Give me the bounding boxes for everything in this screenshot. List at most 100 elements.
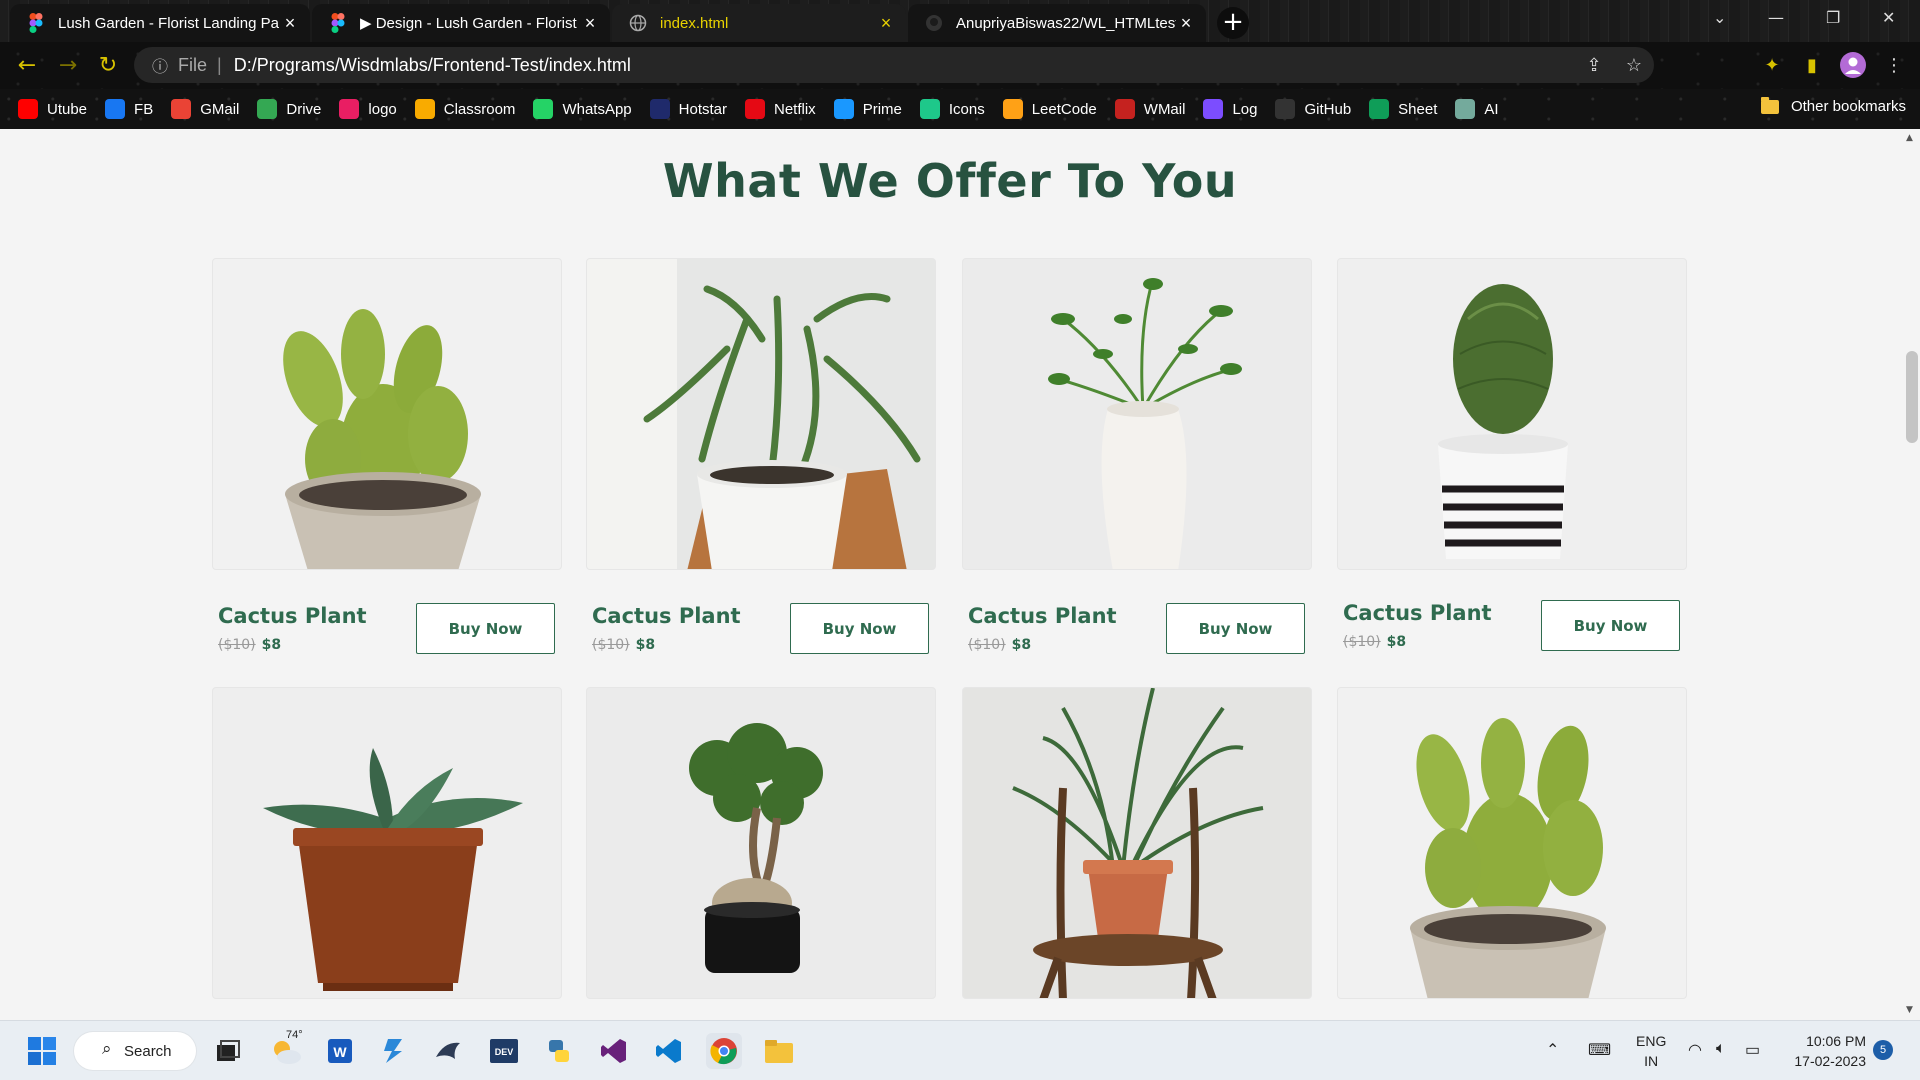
product-price: ($10) $8: [1343, 634, 1406, 650]
new-price: $8: [635, 637, 656, 653]
bookmark-leetcode[interactable]: LeetCode: [1002, 99, 1097, 119]
product-image-columnar-cactus-striped-pot[interactable]: [1337, 258, 1687, 570]
bookmark-prime[interactable]: Prime: [833, 99, 902, 119]
python-icon[interactable]: [541, 1033, 577, 1069]
share-icon[interactable]: ⇪: [1574, 55, 1614, 76]
page-scrollbar[interactable]: ▲ ▼: [1902, 129, 1920, 1020]
bookmark-label: FB: [134, 100, 154, 118]
close-icon[interactable]: ×: [580, 13, 600, 34]
restore-icon[interactable]: ❐: [1826, 8, 1840, 27]
bookmark-logo[interactable]: logo: [339, 99, 397, 119]
tab-design-lush-garden[interactable]: ▶ Design - Lush Garden - Florist ×: [312, 4, 610, 42]
extensions-puzzle-icon[interactable]: ✦: [1758, 52, 1786, 80]
bookmark-fb[interactable]: FB: [105, 99, 153, 119]
keyboard-icon[interactable]: ⌨: [1588, 1040, 1611, 1060]
word-icon[interactable]: W: [322, 1033, 358, 1069]
battery-icon[interactable]: ▭: [1745, 1040, 1760, 1060]
tab-lush-garden-landing[interactable]: Lush Garden - Florist Landing Pa ×: [10, 4, 310, 42]
back-arrow-icon[interactable]: ←: [13, 52, 41, 80]
notification-badge[interactable]: 5: [1873, 1040, 1893, 1060]
buy-now-button[interactable]: Buy Now: [790, 603, 929, 654]
scroll-up-icon[interactable]: ▲: [1906, 133, 1913, 143]
chrome-icon[interactable]: [706, 1033, 742, 1069]
bookmark-icons[interactable]: Icons: [919, 99, 985, 119]
bookmark-label: Netflix: [774, 100, 816, 118]
svg-text:W: W: [333, 1044, 347, 1060]
close-icon[interactable]: ×: [280, 13, 300, 34]
language-indicator[interactable]: ENG IN: [1636, 1031, 1666, 1071]
windows-start-icon[interactable]: [24, 1033, 60, 1069]
minimize-icon[interactable]: —: [1768, 8, 1784, 27]
close-icon[interactable]: ×: [876, 13, 896, 34]
reload-icon[interactable]: ↻: [94, 52, 122, 80]
product-card: Cactus Plant ($10) $8 Buy Now: [962, 258, 1312, 654]
side-panel-icon[interactable]: ▮: [1798, 52, 1826, 80]
bookmark-drive[interactable]: Drive: [257, 99, 321, 119]
buy-now-button[interactable]: Buy Now: [1541, 600, 1680, 651]
other-bookmarks-label: Other bookmarks: [1790, 98, 1906, 115]
folder-icon: [1760, 96, 1779, 114]
netflix-icon: [745, 99, 765, 119]
other-bookmarks[interactable]: Other bookmarks: [1760, 96, 1906, 115]
address-url[interactable]: D:/Programs/Wisdmlabs/Frontend-Test/inde…: [234, 55, 1574, 76]
dev-app-icon[interactable]: DEV: [486, 1033, 522, 1069]
buy-now-button[interactable]: Buy Now: [1166, 603, 1305, 654]
tab-title: ▶ Design - Lush Garden - Florist: [360, 15, 577, 32]
drive-icon: [257, 99, 278, 119]
more-menu-icon[interactable]: ⋮: [1880, 52, 1908, 80]
wifi-icon[interactable]: ◠: [1688, 1040, 1702, 1060]
product-image-sprigs-in-white-vase[interactable]: [962, 258, 1312, 570]
volume-icon[interactable]: 🔈︎: [1716, 1040, 1726, 1058]
bookmark-whatsapp[interactable]: WhatsApp: [533, 99, 632, 119]
product-image-palm-in-white-pot[interactable]: [586, 258, 936, 570]
task-view-icon[interactable]: [210, 1033, 246, 1069]
tab-title: index.html: [660, 14, 729, 32]
tab-index-html[interactable]: index.html ×: [612, 4, 906, 42]
forward-arrow-icon[interactable]: →: [54, 52, 82, 80]
new-tab-button[interactable]: +: [1217, 7, 1249, 39]
bookmark-wmail[interactable]: WMail: [1114, 99, 1185, 119]
bookmark-gmail[interactable]: GMail: [171, 99, 239, 119]
buy-now-button[interactable]: Buy Now: [416, 603, 555, 654]
scroll-down-icon[interactable]: ▼: [1906, 1005, 1913, 1015]
chevron-down-icon[interactable]: ⌄: [1713, 8, 1726, 27]
system-clock[interactable]: 10:06 PM 17-02-2023: [1782, 1031, 1866, 1071]
star-icon[interactable]: ☆: [1614, 55, 1654, 76]
bookmark-hotstar[interactable]: Hotstar: [649, 99, 727, 119]
tab-github-repo[interactable]: AnupriyaBiswas22/WL_HTMLtest ×: [908, 4, 1206, 42]
bookmark-github[interactable]: GitHub: [1275, 99, 1351, 119]
figma-icon: [26, 13, 46, 33]
figma-icon: [328, 13, 348, 33]
avatar[interactable]: [1839, 52, 1867, 80]
bookmark-classroom[interactable]: Classroom: [414, 99, 515, 119]
taskbar-search[interactable]: ⌕ Search: [74, 1032, 196, 1070]
bookmark-netflix[interactable]: Netflix: [745, 99, 816, 119]
address-bar[interactable]: ⓘ File | D:/Programs/Wisdmlabs/Frontend-…: [134, 47, 1654, 83]
close-icon[interactable]: ×: [1176, 13, 1196, 34]
weather-icon[interactable]: 74°: [268, 1029, 304, 1069]
product-image-bonsai-black-pot[interactable]: [586, 687, 936, 999]
product-image-succulent-terracotta-pot[interactable]: [212, 687, 562, 999]
bookmark-label: Log: [1232, 100, 1258, 118]
weather-temp: 74°: [286, 1029, 303, 1041]
power-automate-icon[interactable]: [376, 1033, 412, 1069]
product-image-bunny-ear-cactus[interactable]: [1337, 687, 1687, 999]
bookmark-log[interactable]: Log: [1203, 99, 1257, 119]
scrollbar-thumb[interactable]: [1906, 351, 1918, 443]
product-image-bunny-ear-cactus[interactable]: [212, 258, 562, 570]
chevron-up-icon[interactable]: ⌃: [1546, 1040, 1559, 1060]
info-icon[interactable]: ⓘ: [142, 53, 178, 77]
bookmark-label: Prime: [862, 100, 902, 118]
search-icon: ⌕: [102, 1039, 112, 1058]
prime-icon: [833, 99, 854, 119]
bookmark-utube[interactable]: Utube: [18, 99, 87, 119]
file-explorer-icon[interactable]: [761, 1033, 797, 1069]
visual-studio-icon[interactable]: [596, 1033, 632, 1069]
bookmark-sheet[interactable]: Sheet: [1369, 99, 1437, 119]
product-card: [212, 687, 562, 999]
bird-app-icon[interactable]: [430, 1033, 466, 1069]
vscode-icon[interactable]: [651, 1033, 687, 1069]
close-window-icon[interactable]: ✕: [1882, 8, 1895, 27]
bookmark-ai[interactable]: AI: [1455, 99, 1499, 119]
product-image-palm-on-wooden-chair[interactable]: [962, 687, 1312, 999]
